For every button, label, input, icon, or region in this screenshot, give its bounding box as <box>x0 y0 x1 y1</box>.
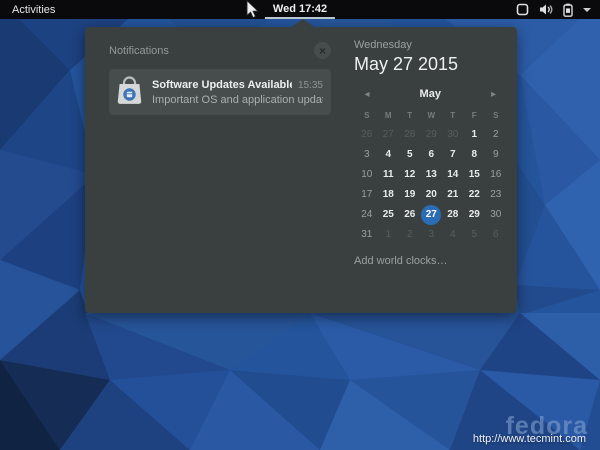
calendar-day[interactable]: 1 <box>378 225 398 245</box>
calendar-day[interactable]: 28 <box>400 125 420 145</box>
calendar-day-selected[interactable]: 27 <box>421 205 441 225</box>
calendar-day[interactable]: 25 <box>378 205 398 225</box>
calendar-day[interactable]: 22 <box>464 185 484 205</box>
top-bar: Activities Wed 17:42 <box>0 0 600 19</box>
next-month-button[interactable]: ▸ <box>481 89 507 100</box>
calendar-day[interactable]: 26 <box>357 125 377 145</box>
prev-month-button[interactable]: ◂ <box>354 89 380 100</box>
calendar-day[interactable]: 4 <box>378 145 398 165</box>
calendar-day[interactable]: 20 <box>421 185 441 205</box>
calendar-day[interactable]: 16 <box>486 165 506 185</box>
calendar-day[interactable]: 7 <box>443 145 463 165</box>
chevron-right-icon: ▸ <box>491 89 496 100</box>
calendar-day[interactable]: 31 <box>357 225 377 245</box>
volume-icon <box>539 3 553 16</box>
calendar-day[interactable]: 11 <box>378 165 398 185</box>
calendar-day[interactable]: 2 <box>400 225 420 245</box>
calendar-popup: Notifications × Soft <box>85 27 517 313</box>
calendar-day[interactable]: 26 <box>400 205 420 225</box>
calendar-section: Wednesday May 27 2015 ◂ May ▸ SMTWTFS262… <box>345 27 519 313</box>
calendar-day[interactable]: 19 <box>400 185 420 205</box>
calendar-day[interactable]: 23 <box>486 185 506 205</box>
notification-body: Important OS and application updates are… <box>152 94 323 106</box>
calendar-day[interactable]: 29 <box>421 125 441 145</box>
clear-notifications-button[interactable]: × <box>314 42 331 59</box>
calendar-day[interactable]: 24 <box>357 205 377 225</box>
calendar-day[interactable]: 2 <box>486 125 506 145</box>
calendar-day[interactable]: 12 <box>400 165 420 185</box>
calendar-day[interactable]: 27 <box>378 125 398 145</box>
activities-button[interactable]: Activities <box>9 3 58 17</box>
notifications-section: Notifications × Soft <box>85 27 345 313</box>
calendar-weekday: Wednesday <box>354 39 507 51</box>
notification-title: Software Updates Available <box>152 79 292 91</box>
calendar-day-header: W <box>427 111 435 120</box>
calendar-day[interactable]: 6 <box>421 145 441 165</box>
calendar-day[interactable]: 6 <box>486 225 506 245</box>
calendar-day[interactable]: 3 <box>421 225 441 245</box>
calendar-day[interactable]: 30 <box>486 205 506 225</box>
calendar-day[interactable]: 28 <box>443 205 463 225</box>
calendar-day[interactable]: 29 <box>464 205 484 225</box>
clock-button[interactable]: Wed 17:42 <box>265 0 335 19</box>
calendar-day[interactable]: 13 <box>421 165 441 185</box>
close-icon: × <box>319 45 326 57</box>
calendar-day[interactable]: 30 <box>443 125 463 145</box>
calendar-day[interactable]: 18 <box>378 185 398 205</box>
notifications-title: Notifications <box>109 45 169 57</box>
calendar-day[interactable]: 3 <box>357 145 377 165</box>
chevron-left-icon: ◂ <box>364 89 369 100</box>
calendar-grid: SMTWTFS262728293012345678910111213141516… <box>356 105 507 245</box>
mouse-cursor <box>246 0 260 19</box>
month-label: May <box>380 88 481 100</box>
calendar-day[interactable]: 8 <box>464 145 484 165</box>
calendar-day[interactable]: 15 <box>464 165 484 185</box>
network-icon <box>516 3 529 16</box>
calendar-day[interactable]: 9 <box>486 145 506 165</box>
desktop: Activities Wed 17:42 <box>0 0 600 450</box>
calendar-day[interactable]: 17 <box>357 185 377 205</box>
month-navigation: ◂ May ▸ <box>354 88 507 100</box>
calendar-day[interactable]: 10 <box>357 165 377 185</box>
popup-arrow <box>290 19 316 28</box>
calendar-day[interactable]: 21 <box>443 185 463 205</box>
battery-icon <box>563 3 573 17</box>
chevron-down-icon <box>583 8 591 12</box>
calendar-day[interactable]: 14 <box>443 165 463 185</box>
software-updates-icon <box>116 74 143 110</box>
system-tray[interactable] <box>516 3 600 17</box>
calendar-day-header: S <box>493 111 498 120</box>
calendar-day[interactable]: 4 <box>443 225 463 245</box>
calendar-day-header: M <box>385 111 392 120</box>
add-world-clocks-link[interactable]: Add world clocks… <box>354 255 507 267</box>
calendar-day[interactable]: 5 <box>464 225 484 245</box>
notification-item[interactable]: Software Updates Available 15:35 Importa… <box>109 69 331 115</box>
calendar-day-header: F <box>472 111 477 120</box>
notification-time: 15:35 <box>298 80 323 91</box>
url-watermark: http://www.tecmint.com <box>473 433 586 445</box>
calendar-day-header: S <box>364 111 369 120</box>
calendar-day[interactable]: 1 <box>464 125 484 145</box>
calendar-date: May 27 2015 <box>354 54 507 75</box>
calendar-day-header: T <box>407 111 412 120</box>
calendar-day[interactable]: 5 <box>400 145 420 165</box>
calendar-day-header: T <box>450 111 455 120</box>
